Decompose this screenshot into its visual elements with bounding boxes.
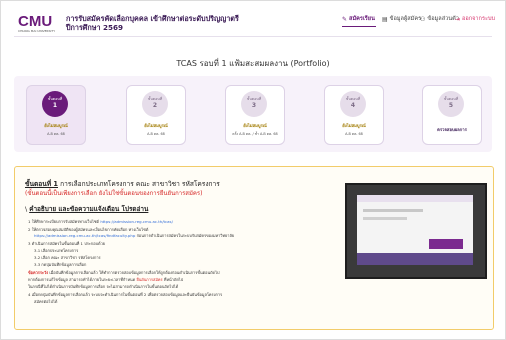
step-2[interactable]: ขั้นตอนที่ 2 ยังไม่สมบูรณ์ A-B ตค. 68 <box>126 85 186 145</box>
instructions-card: ขั้นตอนที่ 1 การเลือกประเภทโครงการ คณะ ส… <box>14 166 494 330</box>
list-text: 2 ให้ตรวจสอบคุณสมบัติของผู้สมัครและเงื่อ… <box>28 227 149 232</box>
step-3-status: ยังไม่สมบูรณ์ <box>243 123 267 128</box>
header-divider <box>14 36 492 37</box>
step-3-dates: ครั้ง A-B ตค. / ซ้ำ A-B ตค. 68 <box>232 132 278 136</box>
step-5-badge: ขั้นตอนที่ 5 <box>438 91 464 117</box>
step-2-dates: A-B ตค. 68 <box>147 132 165 136</box>
step-2-badge: ขั้นตอนที่ 2 <box>142 91 168 117</box>
header-title-line2: ปีการศึกษา 2569 <box>66 23 124 32</box>
list-text: เมื่อบันทึกข้อมูลการเลือกแล้ว ให้ทำการตร… <box>49 270 220 275</box>
step-5[interactable]: ขั้นตอนที่ 5 ตรวจสอบผลการ <box>422 85 482 145</box>
list-item: 2 ให้ตรวจสอบคุณสมบัติของผู้สมัครและเงื่อ… <box>28 227 148 232</box>
list-item: หากต้องการแก้ไขข้อมูล สามารถทำได้ภายในระ… <box>28 277 183 282</box>
regulations-link[interactable]: https://admission.reg.cmu.ac.th/tcas/ <box>100 219 173 224</box>
step-3-number: 3 <box>251 102 257 109</box>
caution-label: ข้อควรระวัง <box>28 270 49 275</box>
nav-info-label: ข้อมูลผู้สมัคร <box>389 16 422 22</box>
step-4-status: ยังไม่สมบูรณ์ <box>342 123 366 128</box>
step-5-number: 5 <box>448 102 454 109</box>
list-item: https://admission.reg.cmu.ac.th/tcas/fin… <box>34 233 234 238</box>
steps-panel: ขั้นตอนที่ 1 ยังไม่สมบูรณ์ A-B ตค. 68 ขั้… <box>14 76 492 152</box>
step-4-number: 4 <box>350 102 356 109</box>
screenshot-footer <box>357 253 473 265</box>
list-item: ในกรณีที่ไม่ได้ดำเนินการบันทึกข้อมูลการเ… <box>28 284 178 289</box>
step-4-badge: ขั้นตอนที่ 4 <box>340 91 366 117</box>
list-text: สมัครต่อไปได้ <box>34 299 58 304</box>
screenshot-line <box>363 217 407 220</box>
nav-active-indicator <box>342 26 376 27</box>
screenshot-button <box>429 239 463 249</box>
pencil-icon: ✎ <box>342 15 348 23</box>
list-item: 3.3 กดปุ่มบันทึกข้อมูลการเลือก <box>34 262 86 267</box>
list-text: 3.3 กดปุ่มบันทึกข้อมูลการเลือก <box>34 262 87 267</box>
list-text: ที่หน้าถัดไป <box>163 277 184 282</box>
warning-heading: \ คำอธิบาย และข้อความแจ้งเตือน โปรดอ่าน <box>25 205 149 213</box>
nav-logout-label: ออกจากระบบ <box>462 16 496 22</box>
step-5-status: ตรวจสอบผลการ <box>437 127 467 132</box>
nav-personal-info[interactable]: ⚇ ข้อมูลส่วนตัว <box>420 15 459 23</box>
step-4-dates: A-B ตค. 68 <box>345 132 363 136</box>
page-title: TCAS รอบที่ 1 แฟ้มสะสมผลงาน (Portfolio) <box>176 59 330 68</box>
list-text: ในกรณีที่ไม่ได้ดำเนินการบันทึกข้อมูลการเ… <box>28 284 179 289</box>
list-item: 3.1 เลือกประเภทโครงการ <box>34 248 78 253</box>
list-text: ก่อนการดำเนินการสมัครในระบบรับสมัครของมห… <box>136 233 235 238</box>
step-1-dates: A-B ตค. 68 <box>47 132 65 136</box>
header-title-line1: การรับสมัครคัดเลือกบุคคล เข้าศึกษาต่อระด… <box>66 14 239 23</box>
list-text: 4 เมื่อกดปุ่มบันทึกข้อมูลการเลือกแล้ว ระ… <box>28 292 223 297</box>
logout-icon: ⇥ <box>455 15 461 23</box>
header-title: การรับสมัครคัดเลือกบุคคล เข้าศึกษาต่อระด… <box>66 14 239 32</box>
step-heading-text: การเลือกประเภทโครงการ คณะ สาขาวิชา รหัสโ… <box>60 180 220 188</box>
step-note: (ขั้นตอนนี้เป็นเพียงการเลือก ยังไม่ใช่ขั… <box>25 190 203 197</box>
step-1-number: 1 <box>52 102 58 109</box>
document-icon: ▤ <box>382 15 388 23</box>
step-2-status: ยังไม่สมบูรณ์ <box>144 123 168 128</box>
logo-text: CMU <box>18 13 53 30</box>
nav-apply[interactable]: ✎ สมัครเรียน <box>342 15 375 23</box>
warning-heading-text: คำอธิบาย และข้อความแจ้งเตือน โปรดอ่าน <box>29 205 149 213</box>
list-text: 1 ให้ศึกษาระเบียบการรับสมัครทางเว็บไซต์ <box>28 219 100 224</box>
cmu-logo[interactable]: CMU CHIANG MAI UNIVERSITY <box>18 13 56 33</box>
logo-subtext: CHIANG MAI UNIVERSITY <box>18 29 56 33</box>
step-3[interactable]: ขั้นตอนที่ 3 ยังไม่สมบูรณ์ ครั้ง A-B ตค. … <box>225 85 285 145</box>
faculty-link[interactable]: https://admission.reg.cmu.ac.th/tcas/fin… <box>34 233 135 238</box>
list-item: 3 ดำเนินการสมัครในขั้นตอนที่ 1 ประกอบด้ว… <box>28 241 105 246</box>
confirm-highlight: ยืนยันการสมัคร <box>136 277 163 282</box>
list-item: 4 เมื่อกดปุ่มบันทึกข้อมูลการเลือกแล้ว ระ… <box>28 292 222 297</box>
nav-apply-label: สมัครเรียน <box>349 16 375 22</box>
step-3-badge: ขั้นตอนที่ 3 <box>241 91 267 117</box>
step-1-badge: ขั้นตอนที่ 1 <box>42 91 68 117</box>
step-heading-label: ขั้นตอนที่ 1 <box>25 180 58 188</box>
list-text: 3.2 เลือก คณะ สาขาวิชา รหัสโครงการ <box>34 255 101 260</box>
list-item: ข้อควรระวัง เมื่อบันทึกข้อมูลการเลือกแล้… <box>28 270 219 275</box>
list-text: 3.1 เลือกประเภทโครงการ <box>34 248 79 253</box>
list-text: 3 ดำเนินการสมัครในขั้นตอนที่ 1 ประกอบด้ว… <box>28 241 106 246</box>
list-item: 3.2 เลือก คณะ สาขาวิชา รหัสโครงการ <box>34 255 101 260</box>
screenshot-header <box>357 195 473 202</box>
list-text: หากต้องการแก้ไขข้อมูล สามารถทำได้ภายในระ… <box>28 277 136 282</box>
user-icon: ⚇ <box>420 15 426 23</box>
list-item: 1 ให้ศึกษาระเบียบการรับสมัครทางเว็บไซต์ … <box>28 219 173 224</box>
nav-applicant-info[interactable]: ▤ ข้อมูลผู้สมัคร <box>382 15 421 23</box>
step-1[interactable]: ขั้นตอนที่ 1 ยังไม่สมบูรณ์ A-B ตค. 68 <box>26 85 86 145</box>
step-1-status: ยังไม่สมบูรณ์ <box>44 123 68 128</box>
nav-logout[interactable]: ⇥ ออกจากระบบ <box>455 15 495 23</box>
step-2-number: 2 <box>152 102 158 109</box>
step-4[interactable]: ขั้นตอนที่ 4 ยังไม่สมบูรณ์ A-B ตค. 68 <box>324 85 384 145</box>
instruction-screenshot <box>345 183 487 279</box>
screenshot-preview <box>357 195 473 265</box>
list-item: สมัครต่อไปได้ <box>34 299 57 304</box>
screenshot-line <box>363 209 423 212</box>
